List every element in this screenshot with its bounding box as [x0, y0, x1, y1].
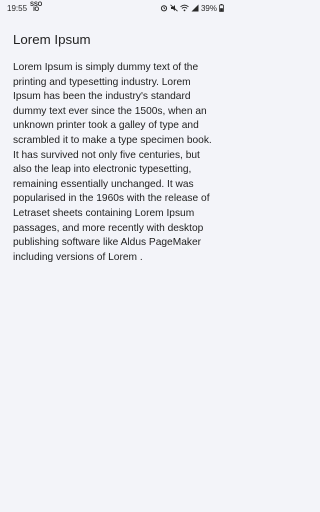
content: Lorem Ipsum Lorem Ipsum is simply dummy … — [13, 30, 219, 265]
page-title: Lorem Ipsum — [13, 32, 91, 47]
status-time: 19:55 — [7, 3, 28, 13]
status-bar: 19:55 SSO IO 39% — [0, 0, 230, 16]
body-text: Lorem Ipsum is simply dummy text of the … — [13, 62, 212, 263]
alarm-icon — [160, 4, 168, 12]
mute-icon — [170, 4, 178, 12]
battery-percent: 39% — [200, 3, 217, 13]
status-left: 19:55 SSO IO — [7, 2, 42, 13]
status-right: 39% — [160, 4, 224, 13]
bottom-area — [0, 492, 230, 512]
battery-icon — [219, 4, 224, 12]
notification-label-bottom: IO — [33, 7, 40, 13]
notification-icon: SSO IO — [30, 2, 42, 13]
signal-icon — [191, 4, 199, 12]
wifi-icon — [180, 4, 189, 12]
